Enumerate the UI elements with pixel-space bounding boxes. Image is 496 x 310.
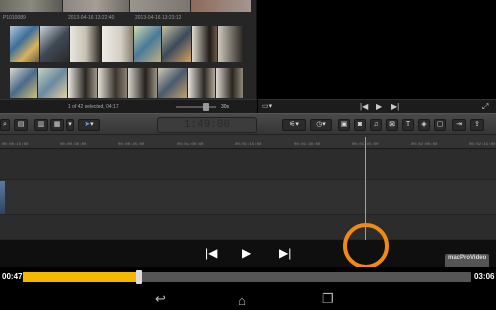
seek-bar-progress <box>23 272 140 282</box>
ruler-tick-label: 00:01:15:00 <box>235 143 262 147</box>
titles-icon[interactable]: T <box>402 119 414 131</box>
viewer-controls: ▭▾ |◀ ▶ ▶| ⤢ <box>258 99 496 113</box>
toolbar: ⌕ ▤ ▥ ▦ ▾ ➤▾ 1:49:00 ⚟▾ ◷▾ ▣ ◙ ♫ ⊠ T ◈ ▢… <box>0 113 496 135</box>
edit-options-icon[interactable]: ▾ <box>66 119 74 131</box>
ruler-tick-label: 00:01:30:00 <box>294 143 321 147</box>
previous-frame-button[interactable]: |◀ <box>360 102 368 111</box>
current-time: 00:47 <box>2 272 23 281</box>
skip-previous-icon[interactable]: |◀ <box>205 246 217 260</box>
seek-bar-thumb[interactable] <box>136 270 143 284</box>
photos-icon[interactable]: ◙ <box>354 119 366 131</box>
progress-row: 00:47 03:06 <box>0 267 496 287</box>
ruler-tick-label: 00:02:00:00 <box>411 143 438 147</box>
select-tool-icon[interactable]: ➤▾ <box>78 119 100 131</box>
thumbnail-row <box>0 0 257 12</box>
total-time: 03:06 <box>474 272 495 281</box>
ruler-tick-label: 00:00:15:00 <box>2 143 29 147</box>
ruler-tick-label: 00:00:30:00 <box>60 143 87 147</box>
timecode-value: 1:49:00 <box>183 119 231 131</box>
zoom-label: 30s <box>221 104 230 110</box>
zoom-slider[interactable] <box>176 103 216 111</box>
timeline-lane <box>0 215 496 240</box>
clip-name: 2013-04-16 13:23:12 <box>135 15 182 21</box>
fullscreen-icon[interactable]: ⤢ <box>482 102 488 112</box>
export-icon[interactable]: ⇪ <box>470 119 484 131</box>
clip-name: P1010089 <box>3 15 26 21</box>
skip-next-icon[interactable]: ▶| <box>279 246 291 260</box>
back-icon[interactable]: ↩ <box>155 291 166 307</box>
next-frame-button[interactable]: ▶| <box>391 102 399 111</box>
ruler-tick-label: 00:01:00:00 <box>177 143 204 147</box>
home-icon[interactable]: ⌂ <box>238 293 246 308</box>
timeline-lane <box>0 150 496 180</box>
browser-status-bar: 1 of 42 selected, 04:17 30s <box>0 99 257 113</box>
insert-clip-icon[interactable]: ▥ <box>34 119 48 131</box>
loading-spinner <box>343 223 389 269</box>
clip-name: 2013-04-16 13:22:40 <box>68 15 115 21</box>
connect-clip-icon[interactable]: ▤ <box>14 119 28 131</box>
themes-icon[interactable]: ▢ <box>434 119 446 131</box>
share-icon[interactable]: ⇥ <box>452 119 466 131</box>
primary-storyline[interactable] <box>0 180 496 215</box>
clip-thumbnail[interactable] <box>191 0 251 12</box>
timeline-ruler[interactable]: 00:00:15:00 00:00:30:00 00:00:45:00 00:0… <box>0 135 496 149</box>
filmstrip[interactable] <box>10 26 244 62</box>
system-nav-bar: ↩ ⌂ ❐ <box>0 287 496 310</box>
clip-thumbnail[interactable] <box>63 0 129 12</box>
enhancements-icon[interactable]: ⚟▾ <box>282 119 306 131</box>
timeline-clip[interactable] <box>0 181 5 214</box>
clip-thumbnail[interactable] <box>130 0 190 12</box>
music-icon[interactable]: ♫ <box>370 119 382 131</box>
seek-bar[interactable] <box>23 270 471 284</box>
zoom-slider-knob[interactable] <box>203 103 209 111</box>
ruler-tick-label: 00:00:45:00 <box>118 143 145 147</box>
event-browser: P1010089 2013-04-16 13:22:40 2013-04-16 … <box>0 0 257 113</box>
timecode-display[interactable]: 1:49:00 <box>157 117 257 133</box>
ruler-tick-label: 00:02:15:00 <box>469 143 496 147</box>
play-icon[interactable]: ▶ <box>242 246 251 260</box>
clip-thumbnail[interactable] <box>0 0 62 12</box>
generators-icon[interactable]: ◈ <box>418 119 430 131</box>
append-clip-icon[interactable]: ▦ <box>50 119 64 131</box>
display-options-icon[interactable]: ▭▾ <box>262 102 272 110</box>
logo-text: macProVideo <box>448 255 487 261</box>
recent-apps-icon[interactable]: ❐ <box>322 291 334 307</box>
viewer: ▭▾ |◀ ▶ ▶| ⤢ <box>258 0 496 113</box>
timeline[interactable]: 00:00:15:00 00:00:30:00 00:00:45:00 00:0… <box>0 135 496 240</box>
search-icon[interactable]: ⌕ <box>0 119 10 131</box>
play-button[interactable]: ▶ <box>376 102 382 111</box>
retiming-icon[interactable]: ◷▾ <box>310 119 332 131</box>
inspector-icon[interactable]: ▣ <box>338 119 350 131</box>
selection-status: 1 of 42 selected, 04:17 <box>68 104 119 110</box>
transitions-icon[interactable]: ⊠ <box>386 119 398 131</box>
